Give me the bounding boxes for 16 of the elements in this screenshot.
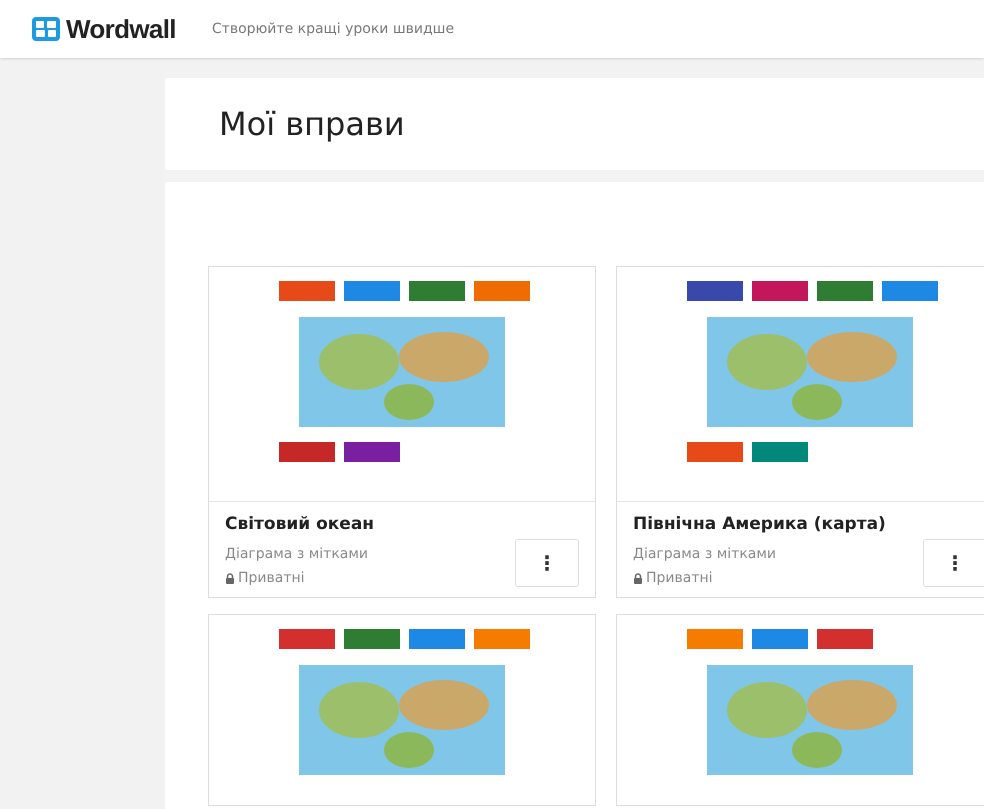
activity-card[interactable]: Світовий океан Діаграма з мітками Приватні ⋮ (208, 266, 596, 598)
more-button[interactable]: ⋮ (923, 538, 984, 586)
more-button[interactable]: ⋮ (515, 538, 579, 586)
page-title: Мої вправи (219, 104, 405, 145)
activity-type: Діаграма з мітками (633, 544, 778, 564)
card-title[interactable]: Північна Америка (карта) (633, 512, 886, 538)
logo-text[interactable]: Wordwall (66, 10, 176, 48)
privacy-label: Приватні (238, 568, 305, 588)
lock-icon (633, 572, 643, 584)
tagline: Створюйте кращі уроки швидше (212, 20, 454, 38)
logo-icon (32, 17, 60, 41)
privacy-label: Приватні (646, 568, 713, 588)
card-title[interactable]: Світовий океан (225, 512, 374, 538)
activity-card[interactable]: Північна Америка (карта) Діаграма з мітками Приватні ⋮ (616, 266, 984, 598)
lock-icon (225, 572, 235, 584)
activity-type: Діаграма з мітками (225, 544, 370, 564)
